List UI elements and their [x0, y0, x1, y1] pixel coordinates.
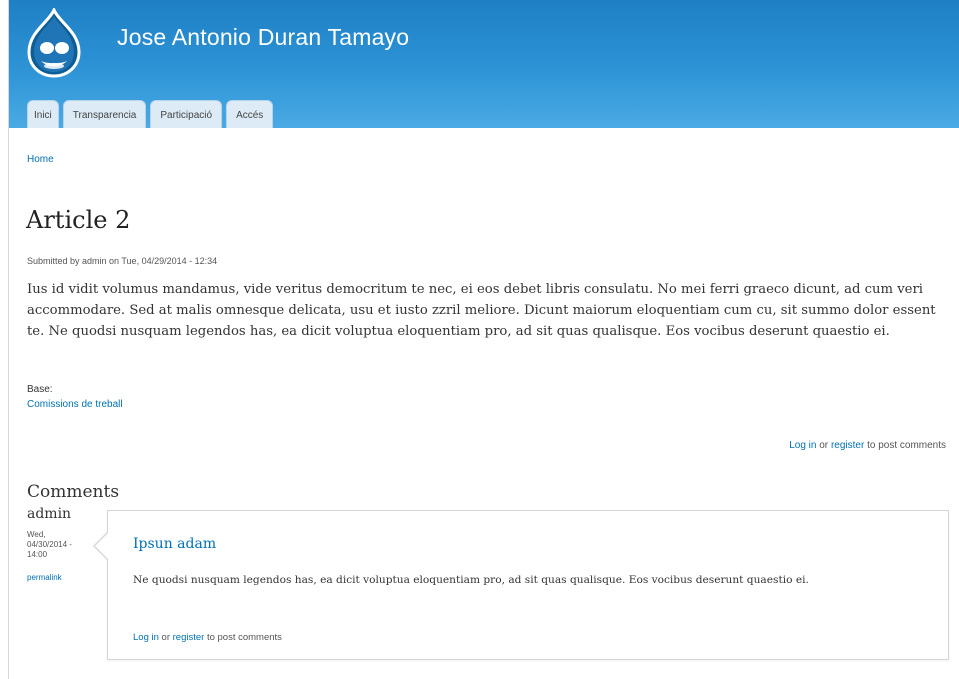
- comment-date: Wed, 04/30/2014 - 14:00: [27, 530, 72, 559]
- field-base-term-link[interactable]: Comissions de treball: [27, 399, 123, 410]
- comment-pointer-fill: [95, 532, 109, 560]
- comments-heading: Comments: [27, 482, 120, 502]
- comment-author: admin: [27, 506, 72, 522]
- field-base-label: Base:: [27, 384, 53, 395]
- login-link[interactable]: Log in: [789, 440, 816, 451]
- or-text: or: [819, 440, 829, 451]
- comment-body: Ne quodsi nusquam legendos has, ea dicit…: [133, 574, 809, 586]
- tab-transparencia[interactable]: Transparencia: [62, 100, 147, 128]
- comment-login-link[interactable]: Log in: [133, 632, 159, 643]
- page: Jose Antonio Duran Tamayo Inici Transpar…: [8, 0, 959, 679]
- comment-register-link[interactable]: register: [173, 632, 205, 643]
- comment-post-comments-text: to post comments: [206, 632, 282, 643]
- post-comments-text: to post comments: [867, 440, 946, 451]
- comment-subject-link[interactable]: Ipsun adam: [133, 536, 216, 552]
- tab-participacio[interactable]: Participació: [150, 100, 223, 128]
- article-body: Ius id vidit volumus mandamus, vide veri…: [27, 282, 936, 339]
- site-name[interactable]: Jose Antonio Duran Tamayo: [117, 24, 409, 51]
- submitted-info: Submitted by admin on Tue, 04/29/2014 - …: [27, 256, 218, 266]
- comment-links: Log in or register to post comments: [133, 632, 282, 643]
- comment-or-text: or: [161, 632, 170, 643]
- page-title: Article 2: [26, 206, 131, 234]
- tab-acces[interactable]: Accés: [226, 100, 274, 128]
- breadcrumb-home-link[interactable]: Home: [27, 154, 54, 165]
- main-menu: Inici Transparencia Participació Accés: [27, 100, 274, 128]
- register-link[interactable]: register: [831, 440, 864, 451]
- tab-inici[interactable]: Inici: [27, 100, 59, 128]
- site-header: Jose Antonio Duran Tamayo Inici Transpar…: [9, 0, 959, 128]
- drupal-drop-icon[interactable]: [23, 8, 85, 78]
- article-comment-links: Log in or register to post comments: [789, 440, 946, 451]
- comment-permalink[interactable]: permalink: [27, 573, 62, 582]
